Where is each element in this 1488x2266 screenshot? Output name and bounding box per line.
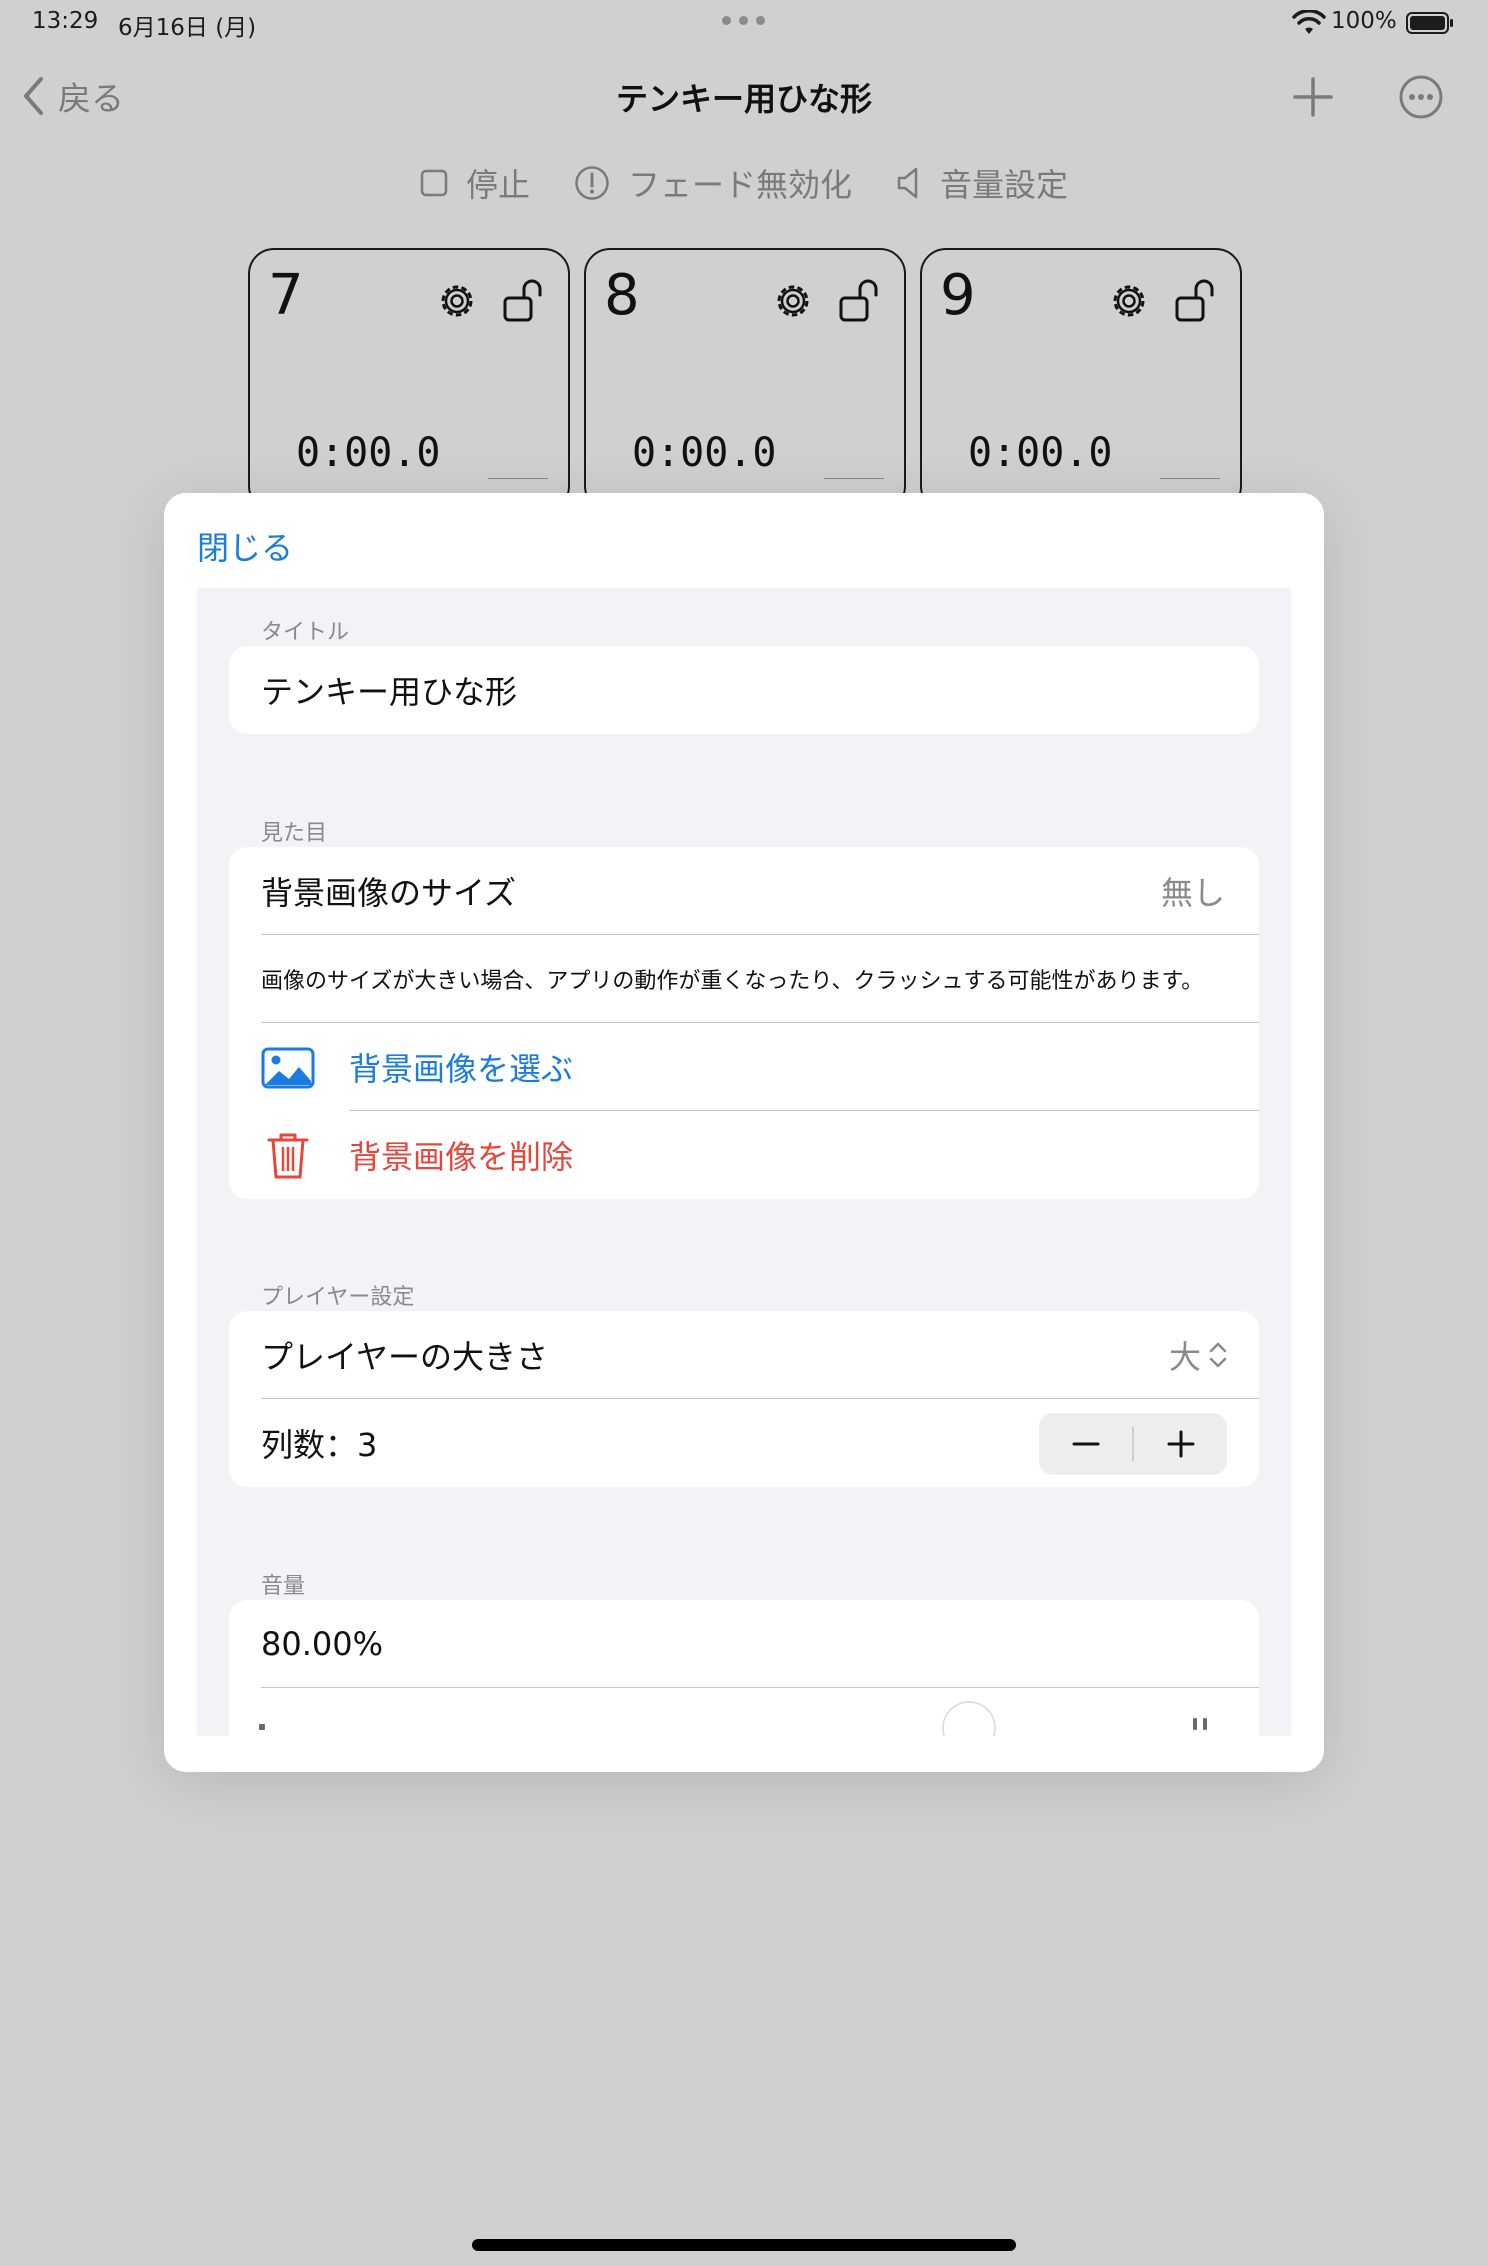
fade-disable-button[interactable]: フェード無効化 (574, 160, 852, 206)
delete-bg-image-button[interactable]: 背景画像を削除 (229, 1111, 1259, 1199)
volume-slider-row (229, 1688, 1259, 1736)
player-number: 9 (940, 263, 976, 328)
section-header-appearance: 見た目 (261, 821, 328, 846)
columns-label: 列数：3 (261, 1426, 378, 1464)
gear-icon[interactable] (1106, 278, 1152, 324)
section-header-player: プレイヤー設定 (261, 1285, 415, 1310)
title-group: テンキー用ひな形 (229, 646, 1259, 734)
exclamation-circle-icon (575, 166, 609, 200)
volume-group: 80.00% (229, 1600, 1259, 1736)
stop-label: 停止 (465, 166, 530, 204)
section-header-volume: 音量 (261, 1574, 306, 1599)
columns-stepper[interactable] (1039, 1413, 1227, 1475)
player-time: 0:00.0 (296, 430, 441, 476)
minus-icon (1072, 1442, 1099, 1446)
bg-size-note-row: 画像のサイズが大きい場合、アプリの動作が重くなったり、クラッシュする可能性があり… (229, 935, 1259, 1023)
page-title: テンキー用ひな形 (615, 80, 872, 118)
ellipsis-circle-icon (1399, 75, 1443, 119)
bg-size-label: 背景画像のサイズ (261, 874, 517, 912)
volume-value-row: 80.00% (229, 1600, 1259, 1688)
title-field[interactable]: テンキー用ひな形 (229, 646, 1259, 734)
plus-icon (1293, 77, 1333, 117)
status-time: 13:29 (32, 8, 99, 34)
settings-sheet: 閉じる タイトル テンキー用ひな形 見た目 背景画像のサイズ 無し 画像のサイズ… (164, 493, 1324, 1772)
player-size-value-wrap: 大 (1169, 1311, 1229, 1399)
battery-percent: 100% (1331, 8, 1397, 34)
volume-value: 80.00% (261, 1625, 384, 1663)
choose-bg-label: 背景画像を選ぶ (349, 1050, 574, 1088)
player-size-picker[interactable]: プレイヤーの大きさ 大 (229, 1311, 1259, 1399)
status-date: 6月16日 (月) (118, 15, 257, 41)
battery-icon (1406, 12, 1454, 34)
home-indicator (472, 2239, 1016, 2251)
volume-label: 音量設定 (940, 166, 1069, 204)
player-card[interactable]: 8 0:00.0 (584, 248, 906, 512)
wifi-icon (1292, 9, 1326, 36)
player-card[interactable]: 9 0:00.0 (920, 248, 1242, 512)
player-size-label: プレイヤーの大きさ (261, 1338, 549, 1376)
gear-icon[interactable] (434, 278, 480, 324)
chevron-up-down-icon (1209, 1342, 1227, 1368)
unlock-icon[interactable] (838, 276, 884, 324)
bg-size-value: 無し (1160, 874, 1225, 912)
player-number: 7 (268, 263, 304, 328)
title-value: テンキー用ひな形 (261, 673, 518, 711)
columns-row: 列数：3 (229, 1399, 1259, 1487)
fade-label: フェード無効化 (627, 166, 852, 204)
increment-button[interactable] (1134, 1413, 1227, 1475)
choose-bg-image-button[interactable]: 背景画像を選ぶ (229, 1023, 1259, 1111)
player-time: 0:00.0 (632, 430, 777, 476)
appearance-group: 背景画像のサイズ 無し 画像のサイズが大きい場合、アプリの動作が重くなったり、ク… (229, 847, 1259, 1199)
section-header-title: タイトル (261, 620, 350, 645)
delete-bg-label: 背景画像を削除 (349, 1138, 574, 1176)
unlock-icon[interactable] (502, 276, 548, 324)
bg-size-note: 画像のサイズが大きい場合、アプリの動作が重くなったり、クラッシュする可能性があり… (261, 969, 1204, 994)
speaker-icon (897, 167, 918, 199)
multitasking-dots-icon[interactable] (722, 16, 766, 26)
more-button[interactable] (1398, 74, 1444, 120)
trash-icon (267, 1133, 309, 1179)
player-number: 8 (604, 263, 640, 328)
gear-icon[interactable] (770, 278, 816, 324)
volume-slider[interactable] (229, 1688, 1259, 1736)
decrement-button[interactable] (1039, 1413, 1132, 1475)
volume-setting-button[interactable]: 音量設定 (896, 160, 1068, 206)
photo-icon (261, 1047, 315, 1089)
toolbar: 停止 フェード無効化 音量設定 (0, 160, 1488, 206)
player-size-value: 大 (1168, 1338, 1201, 1376)
bg-size-row[interactable]: 背景画像のサイズ 無し (229, 847, 1259, 935)
plus-icon (1167, 1430, 1194, 1458)
close-button[interactable]: 閉じる (197, 523, 293, 569)
progress-line (824, 478, 884, 479)
add-button[interactable] (1290, 74, 1336, 120)
player-card[interactable]: 7 0:00.0 (248, 248, 570, 512)
stop-button[interactable]: 停止 (420, 160, 530, 206)
settings-form[interactable]: タイトル テンキー用ひな形 見た目 背景画像のサイズ 無し 画像のサイズが大きい… (197, 588, 1291, 1736)
progress-line (1160, 478, 1220, 479)
stop-square-icon (420, 169, 448, 197)
progress-line (488, 478, 548, 479)
player-time: 0:00.0 (968, 430, 1113, 476)
unlock-icon[interactable] (1174, 276, 1220, 324)
player-settings-group: プレイヤーの大きさ 大 列数：3 (229, 1311, 1259, 1487)
